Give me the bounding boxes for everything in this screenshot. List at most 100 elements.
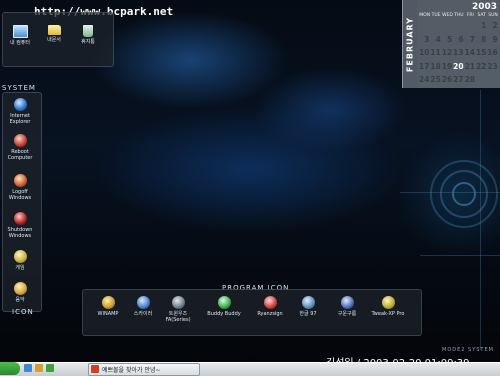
weekday-label: FRI bbox=[466, 13, 474, 18]
weekday-label: SUN bbox=[488, 13, 498, 18]
start-button[interactable] bbox=[0, 362, 20, 375]
status-text: MODE2 SYSTEM bbox=[442, 347, 494, 353]
computer-icon bbox=[12, 25, 28, 38]
calendar-day[interactable]: 27 bbox=[453, 75, 464, 89]
calendar-day[interactable]: 11 bbox=[430, 48, 441, 62]
calendar-day[interactable]: 22 bbox=[476, 62, 487, 76]
calendar-widget: FEBRUARY 2003 MON TUE WED THU FRI SAT SUN 1234… bbox=[402, 0, 500, 88]
shortcut-label: 구운구름 bbox=[337, 311, 357, 317]
calendar-day[interactable]: 8 bbox=[476, 35, 487, 49]
calendar-day[interactable]: 6 bbox=[453, 35, 464, 49]
quick-launch-desktop-icon[interactable] bbox=[46, 364, 54, 372]
calendar-day[interactable]: 2 bbox=[487, 21, 498, 35]
my-computer-shortcut[interactable]: 내 컴퓨터 bbox=[8, 25, 32, 46]
taskbar bbox=[0, 362, 500, 376]
calendar-day[interactable]: 1 bbox=[476, 21, 487, 35]
calendar-month-bar: FEBRUARY bbox=[403, 0, 417, 88]
calendar-day[interactable]: 26 bbox=[442, 75, 453, 89]
winamp-icon bbox=[101, 296, 115, 309]
hud-line-decoration bbox=[480, 90, 481, 350]
calendar-day[interactable]: 12 bbox=[442, 48, 453, 62]
internet-explorer-shortcut[interactable]: Internet Explorer bbox=[5, 98, 35, 125]
music-icon bbox=[13, 282, 27, 295]
system-icon-panel bbox=[2, 92, 42, 312]
calendar-day[interactable]: 13 bbox=[453, 48, 464, 62]
calendar-day bbox=[476, 75, 487, 89]
shutdown-shortcut[interactable]: Shutdown Windows bbox=[5, 212, 35, 239]
winamp-shortcut[interactable]: WINAMP bbox=[92, 296, 124, 317]
tweak-xp-icon bbox=[381, 296, 395, 309]
calendar-day[interactable]: 4 bbox=[430, 35, 441, 49]
shortcut-label: 한글 97 bbox=[299, 311, 317, 317]
skyler-icon bbox=[136, 296, 150, 309]
weekday-label: THU bbox=[454, 13, 464, 18]
calendar-days: 1 2 3 4 5 6 7 8 9 10 11 12 13 14 15 16 17 18 19 20 21 22 23 24 2… bbox=[419, 21, 499, 89]
signature-text: 김성일 / 2003-02-20 01:09:39 bbox=[326, 354, 470, 362]
folder-icon bbox=[47, 25, 61, 35]
hud-line-decoration bbox=[400, 192, 500, 193]
shortcut-label: Tweak-XP Pro bbox=[371, 311, 405, 317]
calendar-day[interactable]: 7 bbox=[465, 35, 476, 49]
calendar-day bbox=[465, 21, 476, 35]
reboot-icon bbox=[13, 134, 27, 147]
calendar-day[interactable]: 3 bbox=[419, 35, 430, 49]
calendar-day[interactable]: 20 bbox=[453, 62, 464, 76]
calendar-day bbox=[430, 21, 441, 35]
calendar-day[interactable]: 19 bbox=[442, 62, 453, 76]
calendar-day[interactable]: 14 bbox=[465, 48, 476, 62]
quick-launch-folder-icon[interactable] bbox=[35, 364, 43, 372]
weekday-label: WED bbox=[442, 13, 453, 18]
shortcut-label: 휴지통 bbox=[81, 39, 95, 45]
weekday-label: TUE bbox=[431, 13, 441, 18]
reboot-shortcut[interactable]: Reboot Computer bbox=[5, 134, 35, 161]
calendar-day[interactable]: 21 bbox=[465, 62, 476, 76]
system-section-label: SYSTEM bbox=[2, 84, 36, 92]
cloud-shortcut[interactable]: 구운구름 bbox=[331, 296, 363, 317]
ryanzsign-icon bbox=[263, 296, 277, 309]
calendar-day bbox=[453, 21, 464, 35]
recycle-bin-icon bbox=[83, 25, 93, 37]
quick-launch-ie-icon[interactable] bbox=[24, 364, 32, 372]
calendar-year: 2003 bbox=[471, 2, 497, 12]
calendar-day[interactable]: 10 bbox=[419, 48, 430, 62]
calendar-day[interactable]: 24 bbox=[419, 75, 430, 89]
shortcut-label: Buddy Buddy bbox=[207, 311, 241, 317]
recycle-bin-shortcut[interactable]: 휴지통 bbox=[76, 25, 100, 45]
cloud-icon bbox=[340, 296, 354, 309]
calendar-day[interactable]: 9 bbox=[487, 35, 498, 49]
shortcut-label: 내 컴퓨터 bbox=[10, 40, 30, 46]
shortcut-label: 트윈우즈 FA(Series) bbox=[165, 311, 191, 323]
weekday-label: SAT bbox=[477, 13, 486, 18]
skyler-shortcut[interactable]: 스카이러 bbox=[127, 296, 159, 317]
calendar-month: FEBRUARY bbox=[405, 16, 415, 73]
calendar-day[interactable]: 16 bbox=[487, 48, 498, 62]
hangul-97-shortcut[interactable]: 한글 97 bbox=[292, 296, 324, 317]
calendar-day[interactable]: 23 bbox=[487, 62, 498, 76]
game-icon bbox=[13, 250, 27, 263]
calendar-day[interactable]: 17 bbox=[419, 62, 430, 76]
game-shortcut[interactable]: 게임 bbox=[5, 250, 35, 271]
shortcut-label: 스카이러 bbox=[133, 311, 153, 317]
shortcut-label: Shutdown Windows bbox=[7, 227, 33, 239]
ryanzsign-shortcut[interactable]: Ryanzsign bbox=[254, 296, 286, 317]
hangul-97-icon bbox=[301, 296, 315, 309]
music-shortcut[interactable]: 음악 bbox=[5, 282, 35, 303]
buddy-buddy-icon bbox=[217, 296, 231, 309]
logoff-shortcut[interactable]: Logoff Windows bbox=[5, 174, 35, 201]
shortcut-label: 내문서 bbox=[47, 37, 61, 43]
calendar-day[interactable]: 5 bbox=[442, 35, 453, 49]
calendar-day[interactable]: 28 bbox=[465, 75, 476, 89]
shortcut-label: 게임 bbox=[15, 265, 25, 271]
shortcut-label: Logoff Windows bbox=[8, 189, 32, 201]
buddy-buddy-shortcut[interactable]: Buddy Buddy bbox=[206, 296, 242, 317]
calendar-day[interactable]: 18 bbox=[430, 62, 441, 76]
internet-explorer-icon bbox=[13, 98, 27, 111]
calendar-day[interactable]: 15 bbox=[476, 48, 487, 62]
twinwoods-shortcut[interactable]: 트윈우즈 FA(Series) bbox=[162, 296, 194, 323]
my-documents-shortcut[interactable]: 내문서 bbox=[42, 25, 66, 43]
taskbar-window-button[interactable]: 예쁘볼을 찾아가 안녕~ bbox=[88, 363, 200, 376]
calendar-day[interactable]: 25 bbox=[430, 75, 441, 89]
tweak-xp-shortcut[interactable]: Tweak-XP Pro bbox=[368, 296, 408, 317]
twinwoods-icon bbox=[171, 296, 185, 309]
hud-line-decoration bbox=[420, 255, 500, 256]
